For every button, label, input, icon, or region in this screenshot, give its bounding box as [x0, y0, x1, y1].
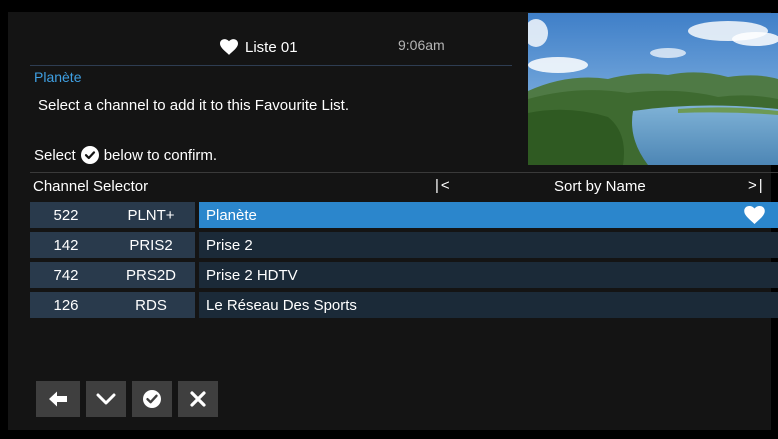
channel-number: 522 [53, 207, 79, 224]
channel-id-block: 126 RDS [30, 292, 195, 318]
channel-number: 142 [53, 237, 79, 254]
channel-row[interactable]: 522 PLNT+ Planète [30, 202, 778, 228]
check-circle-icon [80, 146, 99, 164]
channel-selector-title: Channel Selector [33, 178, 149, 195]
chevron-down-icon [96, 393, 116, 405]
channel-name-cell: Prise 2 [199, 232, 778, 258]
confirm-hint: Select below to confirm. [34, 146, 217, 164]
current-channel-name: Planète [34, 69, 82, 85]
channel-list: 522 PLNT+ Planète 142 PRIS2 Prise 2 742 [30, 202, 778, 322]
list-name: Liste 01 [245, 38, 298, 56]
tv-screen: Liste 01 9:06am Planète Select a channel… [0, 0, 778, 439]
channel-row[interactable]: 742 PRS2D Prise 2 HDTV [30, 262, 778, 288]
channel-id-block: 142 PRIS2 [30, 232, 195, 258]
channel-number: 126 [53, 297, 79, 314]
confirm-button[interactable] [132, 381, 172, 417]
favourite-list-title: Liste 01 [220, 36, 298, 58]
arrow-left-icon [49, 391, 67, 407]
channel-name-cell: Le Réseau Des Sports [199, 292, 778, 318]
favourite-heart-icon [744, 206, 765, 224]
header-divider [30, 65, 512, 66]
channel-id-block: 742 PRS2D [30, 262, 195, 288]
channel-number: 742 [53, 267, 79, 284]
channel-row[interactable]: 126 RDS Le Réseau Des Sports [30, 292, 778, 318]
channel-row[interactable]: 142 PRIS2 Prise 2 [30, 232, 778, 258]
confirm-prefix: Select [34, 146, 76, 164]
lake-landscape-image [528, 13, 778, 165]
channel-name: Le Réseau Des Sports [206, 297, 357, 314]
back-button[interactable] [36, 381, 80, 417]
channel-callsign: PLNT+ [127, 207, 175, 224]
move-down-button[interactable] [86, 381, 126, 417]
channel-name: Planète [206, 207, 257, 224]
channel-id-block: 522 PLNT+ [30, 202, 195, 228]
channel-callsign: RDS [135, 297, 167, 314]
heart-icon [220, 39, 238, 55]
sort-by-name-button[interactable]: Sort by Name [554, 178, 646, 195]
page-first-button[interactable]: |< [435, 177, 452, 194]
channel-name: Prise 2 [206, 237, 253, 254]
channel-selector-bar: Channel Selector |< Sort by Name >| [30, 172, 778, 199]
channel-name: Prise 2 HDTV [206, 267, 298, 284]
page-last-button[interactable]: >| [748, 177, 765, 194]
channel-callsign: PRIS2 [129, 237, 173, 254]
channel-name-cell: Prise 2 HDTV [199, 262, 778, 288]
live-preview-video [528, 13, 778, 165]
check-circle-icon [143, 390, 161, 408]
confirm-suffix: below to confirm. [103, 146, 218, 164]
cancel-button[interactable] [178, 381, 218, 417]
clock: 9:06am [398, 37, 445, 53]
channel-callsign: PRS2D [125, 267, 177, 284]
instruction-text: Select a channel to add it to this Favou… [38, 97, 350, 114]
channel-name-cell: Planète [199, 202, 778, 228]
control-button-bar [36, 381, 218, 417]
close-icon [190, 391, 206, 407]
